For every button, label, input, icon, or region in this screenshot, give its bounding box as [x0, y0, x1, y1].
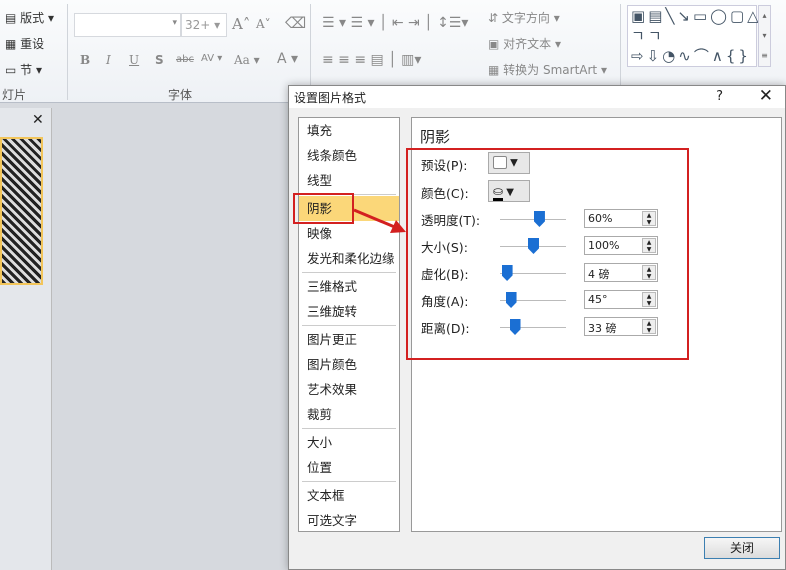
shrink-font-button[interactable]: A˅: [256, 17, 271, 31]
layout-label: 版式: [20, 11, 45, 25]
dialog-title: 设置图片格式: [289, 86, 785, 108]
nav-item[interactable]: 艺术效果: [299, 377, 399, 402]
shape-item[interactable]: {: [726, 47, 739, 65]
shape-item[interactable]: ⇩: [647, 47, 663, 65]
slides-group-label: 灯片: [2, 88, 27, 102]
font-color-button[interactable]: A ▾: [277, 51, 298, 67]
align-text-button[interactable]: ▣ 对齐文本 ▾: [488, 35, 561, 52]
italic-button[interactable]: I: [106, 53, 111, 67]
grow-font-button[interactable]: A˄: [232, 15, 250, 33]
shape-item[interactable]: ∧: [712, 47, 726, 65]
nav-item[interactable]: 图片颜色: [299, 352, 399, 377]
bold-button[interactable]: B: [80, 53, 90, 67]
shape-item[interactable]: ╲: [665, 7, 677, 25]
font-group-label: 字体: [168, 88, 193, 102]
font-size-value: 32+: [185, 18, 211, 32]
nav-item[interactable]: 文本框: [299, 483, 399, 508]
dialog-close-icon[interactable]: ✕: [759, 86, 773, 106]
section-label: 节: [20, 63, 33, 77]
nav-item[interactable]: 三维格式: [299, 274, 399, 299]
shape-item[interactable]: }: [738, 47, 751, 65]
shape-item[interactable]: ◯: [710, 7, 730, 25]
close-button[interactable]: 关闭: [704, 537, 780, 559]
shape-item[interactable]: ㄱ: [631, 27, 648, 45]
shape-item[interactable]: ▣: [631, 7, 648, 25]
clear-format-icon[interactable]: ⌫: [285, 14, 306, 32]
change-case-label: Aa: [234, 53, 250, 67]
annotation-box-nav: [293, 193, 354, 224]
category-list: 填充 线条颜色 线型 阴影 映像 发光和柔化边缘 三维格式 三维旋转 图片更正 图片颜色 艺术效果裁…: [298, 117, 400, 532]
nav-item[interactable]: 三维旋转: [299, 299, 399, 324]
text-direction-button[interactable]: ⇵ 文字方向 ▾: [488, 9, 560, 26]
section-title: 阴影: [420, 128, 451, 146]
reset-button[interactable]: ▦ 重设: [5, 35, 44, 52]
shape-item[interactable]: ↘: [677, 7, 693, 25]
annotation-box: [406, 148, 689, 360]
shape-item[interactable]: ▭: [693, 7, 710, 25]
nav-item[interactable]: 图片更正: [299, 327, 399, 352]
slide-thumbnail[interactable]: [0, 137, 43, 285]
underline-button[interactable]: U: [129, 53, 139, 67]
grow-font-label: A: [232, 15, 243, 33]
nav-item[interactable]: 大小: [299, 430, 399, 455]
align-icons[interactable]: ≡ ≡ ≡ ▤ │ ▥▾: [322, 52, 421, 68]
help-button[interactable]: ?: [716, 89, 723, 104]
convert-smartart-button[interactable]: ▦ 转换为 SmartArt ▾: [488, 61, 607, 78]
font-color-label: A: [277, 51, 287, 67]
shape-item[interactable]: ⇨: [631, 47, 647, 65]
nav-item[interactable]: 可选文字: [299, 508, 399, 533]
shape-item[interactable]: ㄱ: [648, 27, 665, 45]
convert-smartart-label: 转换为 SmartArt: [503, 63, 598, 77]
annotation-arrow-icon: [353, 208, 406, 233]
divider: [302, 272, 396, 273]
shape-item[interactable]: ∿: [678, 47, 694, 65]
shape-item[interactable]: ◔: [662, 47, 678, 65]
shape-item[interactable]: ▤: [648, 7, 665, 25]
shadow-button[interactable]: S: [155, 53, 164, 67]
change-case-button[interactable]: Aa ▾: [234, 53, 260, 67]
align-text-label: 对齐文本: [503, 37, 552, 51]
gallery-scroll[interactable]: ▴ ▾ ≡: [758, 5, 771, 67]
layout-button[interactable]: ▤ 版式 ▾: [5, 9, 54, 26]
char-spacing-label: AV: [201, 53, 215, 64]
shape-item[interactable]: ▢: [730, 7, 747, 25]
text-direction-label: 文字方向: [501, 11, 550, 25]
close-pane-icon[interactable]: ✕: [32, 112, 44, 128]
shape-item[interactable]: ⌒: [694, 47, 712, 65]
nav-item[interactable]: 线条颜色: [299, 143, 399, 168]
strikethrough-button[interactable]: abc: [176, 54, 194, 65]
nav-item[interactable]: 位置: [299, 455, 399, 480]
nav-item[interactable]: 线型: [299, 168, 399, 193]
reset-label: 重设: [20, 37, 45, 51]
nav-item[interactable]: 发光和柔化边缘: [299, 246, 399, 271]
nav-item[interactable]: 裁剪: [299, 402, 399, 427]
divider: [302, 481, 396, 482]
bullets-icon[interactable]: ☰ ▾ ☰ ▾ │ ⇤ ⇥ │ ↕☰▾: [322, 15, 468, 31]
font-size-input[interactable]: 32+ ▾: [181, 13, 227, 37]
divider: [302, 428, 396, 429]
section-button[interactable]: ▭ 节 ▾: [5, 61, 42, 78]
shrink-font-label: A: [256, 17, 265, 31]
font-name-input[interactable]: ▾: [74, 13, 181, 37]
nav-item[interactable]: 填充: [299, 118, 399, 143]
divider: [67, 4, 68, 100]
divider: [302, 325, 396, 326]
char-spacing-button[interactable]: AV ▾: [201, 53, 222, 64]
shapes-gallery[interactable]: ▣▤╲↘▭◯▢△ㄱㄱ⇨⇩◔∿⌒∧{}: [627, 5, 759, 67]
